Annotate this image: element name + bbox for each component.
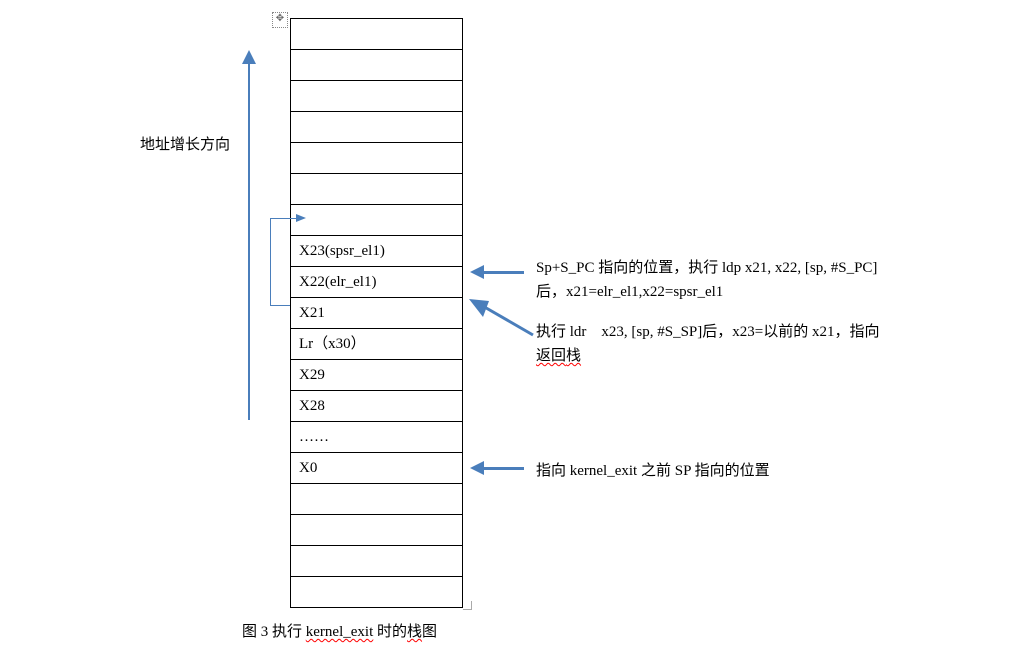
stack-cell: X29 (291, 360, 462, 391)
stack-cell: Lr（x30） (291, 329, 462, 360)
stack-cell (291, 484, 462, 515)
note3-arrow-head (470, 461, 484, 475)
stack-cell (291, 143, 462, 174)
addr-growth-label: 地址增长方向 (140, 136, 230, 154)
stack-cell: X28 (291, 391, 462, 422)
stack-cell (291, 174, 462, 205)
stack-cell: X23(spsr_el1) (291, 236, 462, 267)
note1-arrow-head (470, 265, 484, 279)
addr-growth-arrow-shaft (248, 62, 250, 420)
move-handle-icon: ✥ (272, 12, 288, 28)
note1-arrow-shaft (484, 271, 524, 274)
note1-text: Sp+S_PC 指向的位置，执行 ldp x21, x22, [sp, #S_P… (536, 256, 877, 304)
stack-cell (291, 19, 462, 50)
stack-cell: X21 (291, 298, 462, 329)
note2-text: 执行 ldr x23, [sp, #S_SP]后，x23=以前的 x21，指向 … (536, 320, 879, 368)
resize-handle-icon (463, 601, 472, 610)
bracket-vertical (270, 218, 271, 305)
stack-cell (291, 112, 462, 143)
stack-cell: X22(elr_el1) (291, 267, 462, 298)
addr-growth-arrow-head (242, 50, 256, 64)
stack-table: X23(spsr_el1)X22(elr_el1)X21Lr（x30）X29X2… (290, 18, 463, 608)
stack-cell (291, 50, 462, 81)
figure-caption: 图 3 执行 kernel_exit 时的栈图 (242, 620, 437, 641)
stack-cell (291, 515, 462, 546)
bracket-top (270, 218, 298, 219)
note3-text: 指向 kernel_exit 之前 SP 指向的位置 (536, 459, 770, 483)
stack-cell: …… (291, 422, 462, 453)
stack-cell (291, 205, 462, 236)
note3-arrow-shaft (484, 467, 524, 470)
stack-cell (291, 546, 462, 577)
stack-cell: X0 (291, 453, 462, 484)
bracket-bottom (270, 305, 290, 306)
diagram-canvas: ✥ X23(spsr_el1)X22(elr_el1)X21Lr（x30）X29… (0, 0, 1026, 663)
stack-cell (291, 577, 462, 608)
note2-arrow-svg (463, 295, 538, 345)
stack-cell (291, 81, 462, 112)
bracket-arrowhead (296, 214, 306, 222)
